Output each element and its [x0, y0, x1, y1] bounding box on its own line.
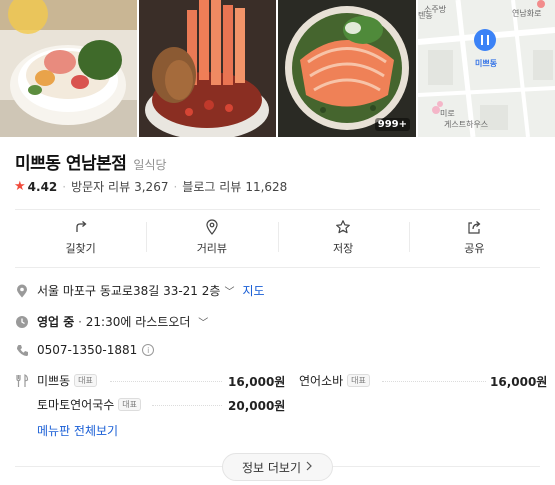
- share-label: 공유: [464, 242, 485, 255]
- info-icon[interactable]: i: [142, 344, 155, 356]
- map-label-2: 연남화로: [512, 9, 542, 18]
- menu-item-price: 20,000원: [228, 399, 286, 413]
- visitor-review-link[interactable]: 방문자 리뷰 3,267: [71, 178, 168, 195]
- street-view-label: 거리뷰: [196, 242, 228, 255]
- photo-count-badge: 999+: [374, 118, 410, 131]
- menu-item-label: 미쁘동: [37, 374, 71, 388]
- menu-item-price: 16,000원: [490, 375, 548, 389]
- address-value: 서울 마포구 동교로38길 33-21 2층: [37, 284, 221, 298]
- menu-dotted-leader: [152, 405, 222, 406]
- signature-badge: 대표: [118, 398, 142, 411]
- directions-icon: [73, 219, 89, 235]
- food-photo-2[interactable]: [139, 0, 276, 137]
- phone-number[interactable]: 0507-1350-1881: [37, 343, 137, 357]
- place-name: 미쁘동 연남본점: [15, 154, 127, 174]
- menu-item-name[interactable]: 미쁘동 대표: [37, 372, 97, 389]
- more-info-label: 정보 더보기: [241, 460, 301, 475]
- street-view-icon: [204, 219, 220, 235]
- business-status: 영업 중: [37, 315, 75, 329]
- map-link[interactable]: 지도: [242, 282, 264, 299]
- more-info-button[interactable]: 정보 더보기: [222, 453, 333, 481]
- mini-map[interactable]: 소주방 연남화로 텐동 미쁘동 미로 게스트하우스: [418, 0, 555, 137]
- map-label-5: 게스트하우스: [444, 120, 489, 129]
- chevron-right-icon: [305, 460, 313, 474]
- signature-badge: 대표: [347, 374, 370, 387]
- location-pin-icon: [15, 284, 29, 298]
- directions-label: 길찾기: [65, 242, 96, 255]
- blog-review-label: 블로그 리뷰: [182, 180, 242, 194]
- divider-dot: ·: [173, 179, 178, 194]
- divider-dot: ·: [62, 179, 67, 194]
- blog-review-count: 11,628: [245, 180, 288, 194]
- phone-row: 0507-1350-1881 i: [15, 343, 155, 357]
- hours-text[interactable]: 영업 중 · 21:30에 라스트오더 ﹀: [37, 313, 208, 330]
- directions-button[interactable]: 길찾기: [15, 210, 146, 265]
- menu-item-label: 연어소바: [299, 374, 344, 388]
- phone-icon: [15, 343, 29, 357]
- menu-item-name[interactable]: 연어소바 대표: [299, 372, 370, 389]
- clock-icon: [15, 315, 29, 329]
- rating-value: 4.42: [27, 179, 58, 194]
- menu-item-price: 16,000원: [228, 375, 286, 389]
- chevron-down-icon: ﹀: [224, 287, 235, 298]
- chevron-down-icon: ﹀: [198, 318, 209, 329]
- action-bar: 길찾기 거리뷰 저장 공유: [15, 210, 540, 265]
- food-photo-3[interactable]: 999+: [278, 0, 416, 137]
- food-photo-1[interactable]: [0, 0, 137, 137]
- photo-strip: 999+ 소주방 연남화로 텐동 미쁘동 미로 게스트하우스: [0, 0, 555, 137]
- view-full-menu-link[interactable]: 메뉴판 전체보기: [37, 422, 118, 439]
- place-header: 미쁘동 연남본점 일식당: [15, 149, 167, 174]
- visitor-review-label: 방문자 리뷰: [71, 180, 131, 194]
- save-button[interactable]: 저장: [277, 210, 409, 265]
- last-order-time: 21:30에 라스트오더: [85, 315, 191, 329]
- street-view-button[interactable]: 거리뷰: [146, 210, 277, 265]
- blog-review-link[interactable]: 블로그 리뷰 11,628: [182, 178, 287, 195]
- hours-row: 영업 중 · 21:30에 라스트오더 ﹀: [15, 313, 208, 330]
- menu-item-label: 토마토연어국수: [37, 398, 115, 412]
- address-text[interactable]: 서울 마포구 동교로38길 33-21 2층 ﹀: [37, 282, 234, 299]
- map-label-3: 텐동: [418, 11, 433, 20]
- place-category: 일식당: [133, 158, 167, 172]
- visitor-review-count: 3,267: [134, 180, 169, 194]
- address-row: 서울 마포구 동교로38길 33-21 2층 ﹀ 지도: [15, 282, 265, 299]
- fork-knife-icon: [15, 373, 29, 387]
- map-label-4: 미로: [440, 109, 455, 118]
- divider: [15, 267, 540, 268]
- share-button[interactable]: 공유: [408, 210, 540, 265]
- review-stats: ★ 4.42 · 방문자 리뷰 3,267 · 블로그 리뷰 11,628: [14, 178, 287, 195]
- signature-badge: 대표: [74, 374, 97, 387]
- star-icon: [335, 219, 351, 235]
- save-label: 저장: [333, 242, 354, 255]
- share-icon: [466, 219, 482, 235]
- menu-dotted-leader: [382, 381, 486, 382]
- star-icon: ★: [14, 179, 26, 194]
- divider-dot: ·: [78, 315, 86, 329]
- menu-item-name[interactable]: 토마토연어국수 대표: [37, 396, 142, 413]
- map-pin-label: 미쁘동: [475, 59, 498, 68]
- menu-dotted-leader: [110, 381, 222, 382]
